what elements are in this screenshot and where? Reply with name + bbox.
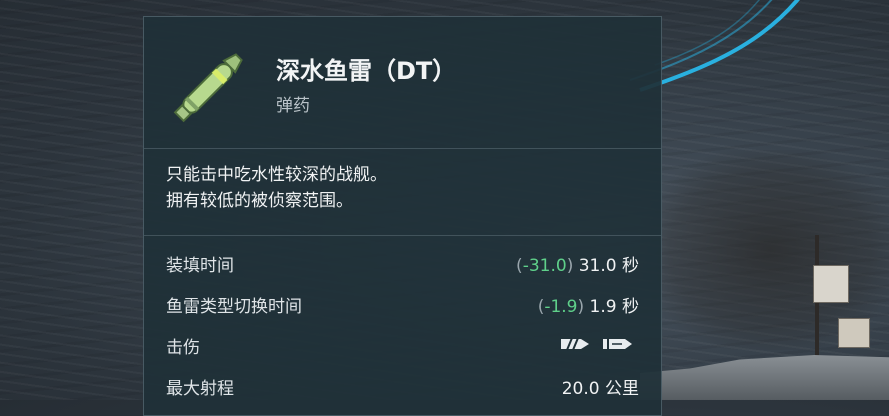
- tooltip-header: 深水鱼雷（DT） 弹药: [144, 17, 661, 148]
- ammo-tooltip: 深水鱼雷（DT） 弹药 只能击中吃水性较深的战舰。 拥有较低的被侦察范围。 装填…: [143, 16, 662, 416]
- stat-row-damage: 击伤: [144, 327, 661, 368]
- stat-row-switch: 鱼雷类型切换时间 (-1.9) 1.9 秒: [144, 286, 661, 327]
- ammo-title: 深水鱼雷（DT）: [276, 57, 457, 85]
- stat-label: 最大射程: [166, 379, 234, 399]
- stat-value: (-1.9) 1.9 秒: [538, 292, 639, 317]
- signal-flag: [813, 265, 849, 303]
- stat-label: 击伤: [166, 338, 200, 358]
- stat-number: 1.9 秒: [589, 297, 639, 317]
- description-line: 拥有较低的被侦察范围。: [166, 191, 353, 211]
- damage-type-arrow-icon: [603, 339, 632, 349]
- ammo-category: 弹药: [276, 96, 310, 116]
- stat-label: 装填时间: [166, 256, 234, 276]
- paren-close: ): [566, 256, 574, 276]
- stats-list: 装填时间 (-31.0) 31.0 秒 鱼雷类型切换时间 (-1.9) 1.9 …: [144, 245, 661, 409]
- divider: [144, 235, 661, 236]
- stat-number: 31.0 秒: [578, 256, 639, 276]
- torpedo-icon: [169, 37, 259, 127]
- stat-bonus: -1.9: [544, 297, 578, 317]
- damage-icons: [561, 337, 633, 351]
- paren-open: (: [516, 256, 523, 276]
- divider: [144, 148, 661, 149]
- description-line: 只能击中吃水性较深的战舰。: [166, 165, 387, 185]
- ammo-description: 只能击中吃水性较深的战舰。 拥有较低的被侦察范围。: [166, 162, 636, 214]
- stat-value: (-31.0) 31.0 秒: [516, 251, 639, 276]
- stat-bonus: -31.0: [522, 256, 567, 276]
- stat-row-range: 最大射程 20.0 公里: [144, 368, 661, 409]
- stat-label: 鱼雷类型切换时间: [166, 297, 302, 317]
- stat-value: 20.0 公里: [561, 379, 639, 399]
- stat-row-reload: 装填时间 (-31.0) 31.0 秒: [144, 245, 661, 286]
- paren-close: ): [577, 297, 585, 317]
- signal-flag: [838, 318, 870, 348]
- damage-type-stripes-icon: [561, 337, 589, 351]
